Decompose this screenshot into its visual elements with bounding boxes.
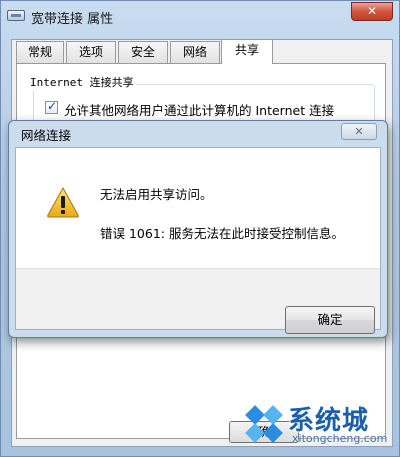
dialog-message: 无法启用共享访问。 (100, 187, 213, 202)
network-connections-dialog: 网络连接 ✕ 无法启用共享访问。 错误 1061: 服务无法在此时接受控制信息。… (8, 120, 388, 338)
dialog-close-button[interactable]: ✕ (341, 123, 377, 140)
allow-sharing-checkbox[interactable] (45, 99, 58, 114)
dialog-content: 无法启用共享访问。 错误 1061: 服务无法在此时接受控制信息。 (16, 148, 380, 268)
dialog-title: 网络连接 (21, 128, 72, 143)
tab-security[interactable]: 安全 (118, 41, 168, 63)
tab-networking[interactable]: 网络 (170, 41, 220, 63)
properties-title-bar: 宽带连接 属性 ✕ (1, 1, 400, 31)
tab-options[interactable]: 选项 (66, 41, 116, 63)
watermark-url: xitongcheng.com (292, 432, 388, 445)
warning-icon (47, 186, 79, 218)
network-adapter-icon (7, 10, 25, 21)
dialog-footer: 确定 (16, 268, 380, 334)
watermark-logo-icon (245, 405, 283, 443)
allow-sharing-label: 允许其他网络用户通过此计算机的 Internet 连接 (64, 103, 335, 118)
dialog-body: 无法启用共享访问。 错误 1061: 服务无法在此时接受控制信息。 确定 (15, 147, 381, 334)
properties-window-title: 宽带连接 属性 (31, 12, 114, 27)
ok-button[interactable]: 确定 (285, 306, 375, 334)
dialog-error-detail: 错误 1061: 服务无法在此时接受控制信息。 (100, 226, 344, 241)
tab-sharing[interactable]: 共享 (221, 39, 273, 64)
tab-general[interactable]: 常规 (16, 41, 64, 63)
ics-group-label: Internet 连接共享 (27, 74, 137, 90)
properties-close-button[interactable]: ✕ (351, 2, 393, 21)
